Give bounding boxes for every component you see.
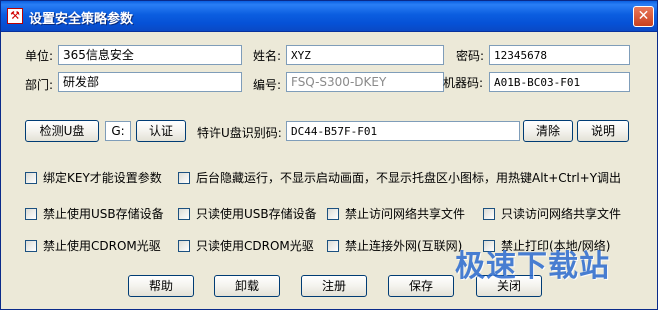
serial-label: 编号: — [253, 78, 282, 92]
option-hidden-background[interactable]: 后台隐藏运行，不显示启动画面，不显示托盘区小图标，用热键Alt+Ctrl+Y调出 — [178, 169, 621, 185]
app-icon: ⚒ — [7, 8, 23, 24]
name-field[interactable]: XYZ — [286, 45, 444, 65]
checkbox[interactable] — [178, 239, 190, 252]
option-block-internet[interactable]: 禁止连接外网(互联网) — [327, 237, 462, 253]
explain-button[interactable]: 说明 — [577, 120, 629, 142]
help-button[interactable]: 帮助 — [128, 275, 194, 297]
checkbox[interactable] — [327, 239, 339, 252]
password-label: 密码: — [456, 49, 485, 63]
unit-label: 单位: — [25, 49, 54, 63]
title-bar[interactable]: ⚒ 设置安全策略参数 ✕ — [1, 1, 657, 32]
checkbox[interactable] — [25, 171, 37, 184]
option-readonly-network-share[interactable]: 只读访问网络共享文件 — [483, 205, 621, 221]
window-title: 设置安全策略参数 — [29, 12, 134, 27]
option-block-network-share[interactable]: 禁止访问网络共享文件 — [327, 205, 465, 221]
save-button[interactable]: 保存 — [388, 275, 454, 297]
checkbox[interactable] — [327, 207, 339, 220]
authenticate-button[interactable]: 认证 — [136, 120, 186, 142]
dialog-body: 单位: 365信息安全 姓名: XYZ 密码: 12345678 部门: 研发部… — [4, 32, 654, 307]
close-window-button[interactable]: ✕ — [633, 6, 654, 27]
machine-code-field[interactable]: A01B-BC03-F01 — [489, 72, 630, 92]
usb-drive-field[interactable]: G: — [105, 121, 131, 141]
name-label: 姓名: — [253, 49, 282, 63]
password-field[interactable]: 12345678 — [489, 45, 630, 65]
watermark-logo: 极速下载站 — [455, 249, 610, 284]
allowed-usb-label: 特许U盘识别码: — [197, 126, 282, 140]
dialog-window: ⚒ 设置安全策略参数 ✕ 单位: 365信息安全 姓名: XYZ 密码: 123… — [0, 0, 658, 310]
option-block-cdrom[interactable]: 禁止使用CDROM光驱 — [25, 237, 161, 253]
checkbox[interactable] — [483, 207, 495, 220]
dept-field[interactable]: 研发部 — [58, 72, 242, 92]
option-block-usb[interactable]: 禁止使用USB存储设备 — [25, 205, 164, 221]
checkbox[interactable] — [178, 207, 190, 220]
option-bind-key[interactable]: 绑定KEY才能设置参数 — [25, 169, 162, 185]
dept-label: 部门: — [25, 78, 54, 92]
serial-field: FSQ-S300-DKEY — [286, 72, 444, 92]
unit-field[interactable]: 365信息安全 — [58, 45, 242, 65]
option-readonly-usb[interactable]: 只读使用USB存储设备 — [178, 205, 317, 221]
allowed-usb-field[interactable]: DC44-B57F-F01 — [286, 121, 520, 141]
checkbox[interactable] — [25, 207, 37, 220]
clear-button[interactable]: 清除 — [523, 120, 573, 142]
option-readonly-cdrom[interactable]: 只读使用CDROM光驱 — [178, 237, 314, 253]
checkbox[interactable] — [178, 171, 190, 184]
machine-code-label: 机器码: — [443, 76, 484, 90]
uninstall-button[interactable]: 卸载 — [214, 275, 280, 297]
checkbox[interactable] — [25, 239, 37, 252]
register-button[interactable]: 注册 — [301, 275, 367, 297]
detect-usb-button[interactable]: 检测U盘 — [25, 120, 99, 142]
